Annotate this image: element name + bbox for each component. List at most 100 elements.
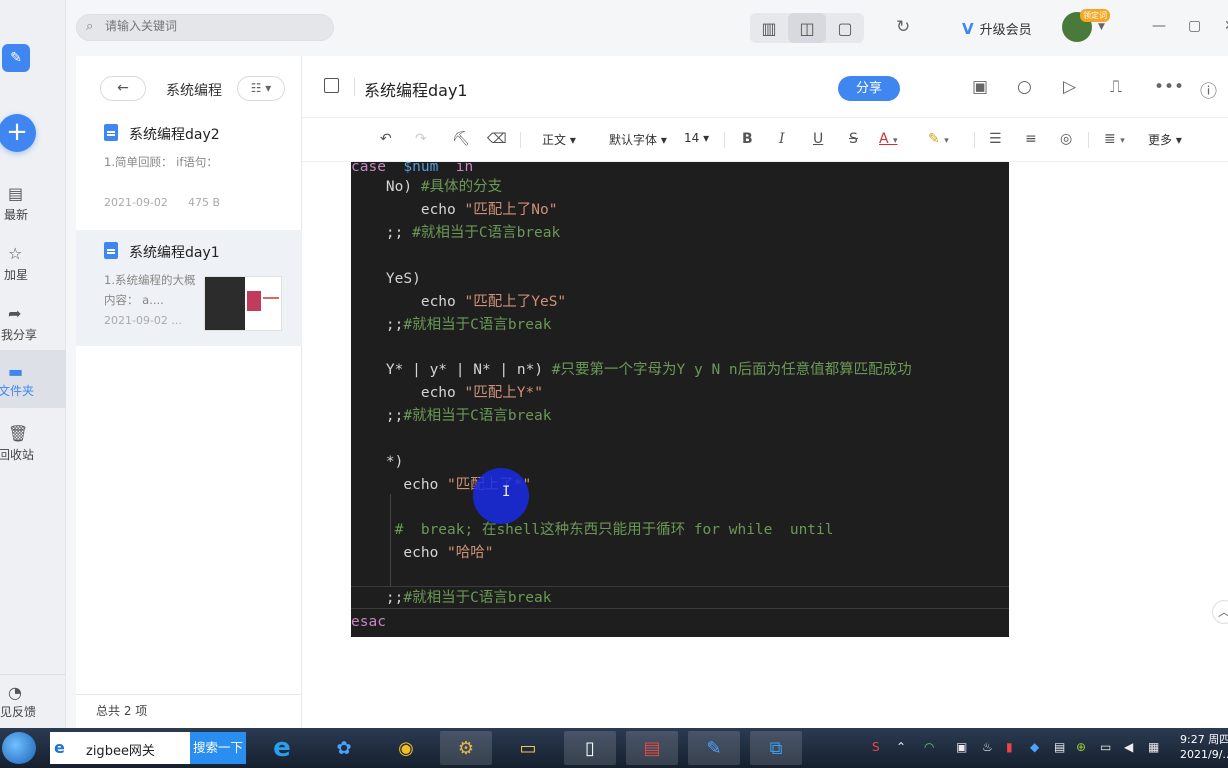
paragraph-style-select[interactable]: 正文 ▾ <box>542 131 576 148</box>
notes-app-icon[interactable]: ✎ <box>688 731 740 765</box>
text-cursor-icon: I <box>502 484 511 500</box>
checklist-icon[interactable]: ◎ <box>1060 131 1072 147</box>
note-date: 2021-09-02 ... <box>104 314 182 327</box>
bold-icon[interactable]: B <box>742 131 753 147</box>
tray-app-icon[interactable]: ▣ <box>956 740 967 754</box>
sidebar-item-recent[interactable]: ▤ 最新 <box>0 178 66 234</box>
chevron-down-icon[interactable]: ▼ <box>1098 22 1105 32</box>
search-input[interactable] <box>105 19 325 33</box>
battery-icon[interactable]: ▭ <box>1100 740 1111 754</box>
translate-icon[interactable]: ▣ <box>972 77 988 97</box>
code-line: ;; #就相当于C语言break <box>351 225 561 241</box>
code-line: *) <box>351 454 404 470</box>
numbered-list-icon[interactable]: ≡ <box>1025 131 1037 147</box>
sidebar-item-label: 加星 <box>4 268 29 282</box>
document-icon <box>104 124 118 141</box>
baidu-netdisk-icon[interactable]: ✿ <box>318 731 370 765</box>
tray-app-icon[interactable]: ▮ <box>1006 740 1013 754</box>
eraser-icon[interactable]: ⌫ <box>487 131 507 147</box>
more-icon[interactable]: ••• <box>1154 77 1184 97</box>
more-format-button[interactable]: 更多 ▾ <box>1148 131 1182 148</box>
maximize-icon[interactable]: ▢ <box>1188 18 1201 34</box>
sidebar-item-shared[interactable]: ➦ 与我分享 <box>0 298 66 354</box>
note-date: 2021-09-02 <box>104 196 168 209</box>
code-block[interactable]: case $num in No) #具体的分支 echo "匹配上了No" ;;… <box>351 162 1009 637</box>
redo-icon[interactable]: ↷ <box>415 131 427 147</box>
vip-icon: V <box>962 19 974 38</box>
code-line: echo "哈哈" <box>351 545 494 561</box>
minimize-icon[interactable]: — <box>1152 18 1166 34</box>
three-column-view-icon[interactable]: ▥ <box>750 13 788 43</box>
sidebar-item-folder[interactable]: ▬ 文件夹 <box>0 350 66 408</box>
page-title: 系统编程day1 <box>364 81 468 100</box>
tray-expand-icon[interactable]: ⌃ <box>896 740 906 754</box>
temperature-icon[interactable]: ♨ <box>982 740 993 754</box>
editor-header: 系统编程day1 分享 ▣ ○ ▷ ⎍ ••• ⓘ <box>302 56 1228 118</box>
tray-app-icon[interactable]: ⊕ <box>1076 740 1086 754</box>
code-line: echo "匹配上Y*" <box>351 385 543 401</box>
bookmark-icon[interactable]: ⎍ <box>1110 77 1122 97</box>
wifi-icon[interactable]: ◠ <box>924 740 934 754</box>
align-icon[interactable]: ≣ ▾ <box>1104 131 1125 147</box>
ie-browser-icon[interactable]: e <box>256 731 308 765</box>
code-line: echo "匹配上了No" <box>351 202 558 218</box>
trash-icon: 🗑 <box>8 424 29 443</box>
start-button[interactable] <box>2 732 36 764</box>
sidebar-item-trash[interactable]: 🗑 回收站 <box>0 418 66 474</box>
taskbar-search-button[interactable]: 搜索一下 <box>190 732 246 764</box>
sidebar-item-label: 与我分享 <box>0 328 38 342</box>
file-explorer-icon[interactable]: ▭ <box>502 731 554 765</box>
share-button[interactable]: 分享 <box>838 76 900 101</box>
sogou-icon[interactable]: S <box>872 740 880 754</box>
list-item[interactable]: 系统编程day2 1.简单回顾： if语句： 2021-09-02 475 B <box>76 112 302 228</box>
sidebar-item-label: 文件夹 <box>0 384 35 398</box>
highlight-icon[interactable]: ✎ ▾ <box>928 131 949 147</box>
taskbar: e zigbee网关 搜索一下 e ✿ ◉ ⚙ ▭ ▯ ▤ ✎ ⧉ S ⌃ ◠ … <box>0 728 1228 768</box>
list-item[interactable]: 系统编程day1 1.系统编程的大概内容： a.... 2021-09-02 .… <box>76 230 302 346</box>
code-line: echo "匹配上了YeS" <box>351 294 567 310</box>
new-note-button[interactable]: + <box>0 114 36 152</box>
underline-icon[interactable]: U <box>813 131 823 147</box>
chrome-icon[interactable]: ◉ <box>380 731 432 765</box>
font-select[interactable]: 默认字体 ▾ <box>609 131 667 148</box>
undo-icon[interactable]: ↶ <box>380 131 392 147</box>
font-color-icon[interactable]: A ▾ <box>879 131 898 147</box>
italic-icon[interactable]: I <box>779 131 785 147</box>
taskbar-search[interactable]: e zigbee网关 <box>50 732 190 764</box>
scroll-top-button[interactable]: ︿ <box>1212 600 1228 624</box>
info-icon[interactable]: ⓘ <box>1200 77 1217 102</box>
two-column-view-icon[interactable]: ◫ <box>788 13 826 43</box>
strikethrough-icon[interactable]: S <box>849 131 858 147</box>
code-line: ;;#就相当于C语言break <box>351 590 552 606</box>
sidebar-item-feedback[interactable]: ◔ 意见反馈 <box>0 674 66 730</box>
top-bar: ⌕ ▥ ◫ ▢ ↻ V 升级会员 领定词 ▼ — ▢ ✕ <box>66 0 1228 56</box>
volume-icon[interactable]: ◀ <box>1124 740 1133 754</box>
notepad-app-icon[interactable]: ▯ <box>564 731 616 765</box>
star-icon: ☆ <box>8 244 23 263</box>
present-icon[interactable]: ▷ <box>1063 77 1076 97</box>
font-size-select[interactable]: 14 ▾ <box>684 131 709 145</box>
single-column-view-icon[interactable]: ▢ <box>826 13 864 43</box>
search-icon[interactable]: ○ <box>1017 77 1032 97</box>
tray-app-icon[interactable]: ◆ <box>1030 740 1039 754</box>
upgrade-vip-button[interactable]: V 升级会员 <box>962 19 1032 39</box>
code-line: YeS) <box>351 271 421 287</box>
sync-icon[interactable]: ↻ <box>896 17 910 37</box>
close-icon[interactable]: ✕ <box>1224 18 1228 34</box>
sort-view-button[interactable]: ☷ ▾ <box>237 76 285 101</box>
sidebar-item-starred[interactable]: ☆ 加星 <box>0 238 66 294</box>
folder-title: 系统编程 <box>166 83 222 99</box>
tray-app-icon[interactable]: ▤ <box>1054 740 1065 754</box>
vscode-icon[interactable]: ⧉ <box>750 731 802 765</box>
pdf-reader-icon[interactable]: ▤ <box>626 731 678 765</box>
file-tool-icon[interactable]: ⚙ <box>440 731 492 765</box>
keyboard-icon[interactable]: ▦ <box>1148 740 1159 754</box>
search-box[interactable]: ⌕ <box>76 14 334 41</box>
bullet-list-icon[interactable]: ☰ <box>989 131 1002 147</box>
expand-icon[interactable] <box>324 78 339 93</box>
clock[interactable]: 9:27 周四 2021/9/... <box>1180 732 1228 762</box>
left-rail: ✎ + ▤ 最新 ☆ 加星 ➦ 与我分享 ▬ 文件夹 🗑 回收站 ◔ 意见反馈 <box>0 0 66 728</box>
code-line: esac <box>351 614 386 630</box>
format-painter-icon[interactable]: ⛏ <box>452 131 470 147</box>
back-button[interactable]: ← <box>100 76 146 101</box>
